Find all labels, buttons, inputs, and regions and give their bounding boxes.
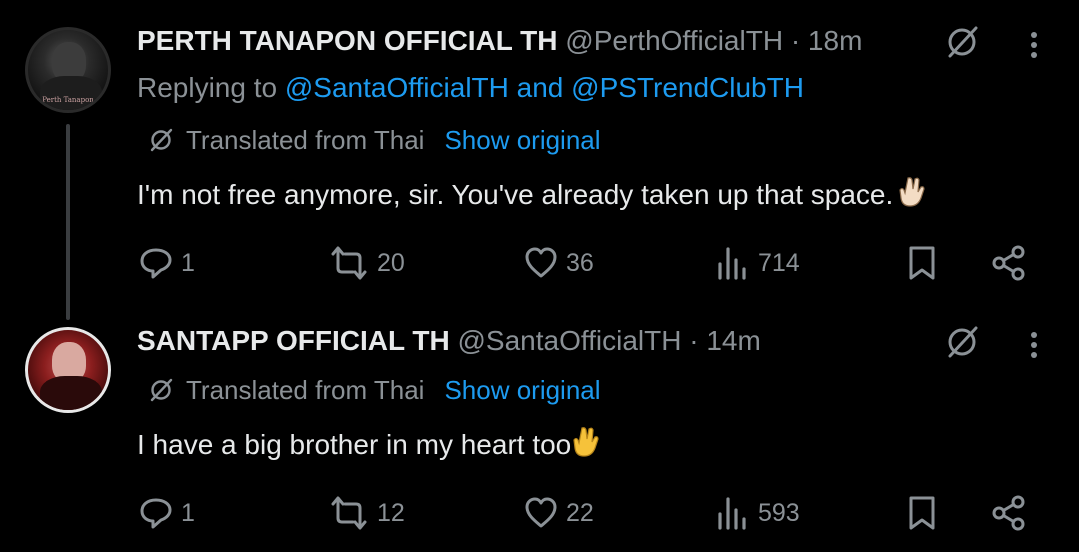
replying-to: Replying to @SantaOfficialTH and @PSTren… [137,71,804,105]
like-count: 22 [566,498,594,527]
translate-icon [150,378,173,402]
share-icon [992,245,1025,281]
reply-icon [140,498,172,529]
views-icon [718,497,746,530]
hand-sign-emoji-icon [573,424,607,466]
grok-icon[interactable] [944,324,980,360]
tweet-header: SANTAPP OFFICIAL TH @SantaOfficialTH · 1… [137,324,761,358]
show-original-link[interactable]: Show original [444,374,600,406]
tweet-time[interactable]: · 14m [689,325,761,356]
show-original-link[interactable]: Show original [444,124,600,156]
translated-label: Translated from Thai [186,125,425,155]
reply-button[interactable]: 1 [137,494,195,532]
reply-count: 1 [181,498,195,527]
hand-sign-emoji-icon [899,174,933,216]
reply-mention-link[interactable]: @SantaOfficialTH [285,72,509,103]
views-count: 714 [758,248,800,277]
thread-connector-line [66,124,70,320]
tweet-text: I'm not free anymore, sir. You've alread… [137,174,933,216]
tweet-header: PERTH TANAPON OFFICIAL TH @PerthOfficial… [137,24,862,58]
tweet-actions: 1 12 22 593 [137,494,1037,534]
tweet-time[interactable]: · 18m [791,25,863,56]
reply-and-label[interactable]: and [517,72,564,103]
views-button[interactable]: 593 [714,494,800,532]
reply-count: 1 [181,248,195,277]
repost-count: 12 [377,498,405,527]
avatar-caption: Perth Tanapon [42,96,94,104]
repost-button[interactable]: 20 [327,244,405,282]
tweet-text: I have a big brother in my heart too [137,424,607,466]
tweet-actions: 1 20 36 714 [137,244,1037,284]
translated-label: Translated from Thai [186,375,425,405]
bookmark-button[interactable] [905,494,945,532]
views-button[interactable]: 714 [714,244,800,282]
reply-icon [140,248,172,279]
repost-icon [331,246,367,280]
share-button[interactable] [989,244,1035,282]
replying-to-label: Replying to [137,72,278,103]
reply-button[interactable]: 1 [137,244,195,282]
tweet-body: I'm not free anymore, sir. You've alread… [137,179,894,210]
like-button[interactable]: 22 [522,494,594,532]
like-icon [525,497,557,528]
translate-icon [150,128,173,152]
grok-icon[interactable] [944,24,980,60]
author-name[interactable]: PERTH TANAPON OFFICIAL TH [137,25,558,56]
tweet-body: I have a big brother in my heart too [137,429,572,460]
more-icon[interactable] [1030,330,1038,360]
like-button[interactable]: 36 [522,244,594,282]
share-button[interactable] [989,494,1035,532]
like-icon [525,247,557,278]
translation-notice: Translated from Thai Show original [148,124,601,156]
bookmark-icon [909,496,935,530]
repost-icon [331,496,367,530]
bookmark-button[interactable] [905,244,945,282]
translation-notice: Translated from Thai Show original [148,374,601,406]
repost-button[interactable]: 12 [327,494,405,532]
author-name[interactable]: SANTAPP OFFICIAL TH [137,325,450,356]
share-icon [992,495,1025,531]
avatar[interactable]: Perth Tanapon [25,27,111,113]
like-count: 36 [566,248,594,277]
views-count: 593 [758,498,800,527]
author-handle[interactable]: @SantaOfficialTH [457,325,681,356]
reply-mention-link[interactable]: @PSTrendClubTH [571,72,804,103]
views-icon [718,247,746,280]
author-handle[interactable]: @PerthOfficialTH [565,25,783,56]
more-icon[interactable] [1030,30,1038,60]
bookmark-icon [909,246,935,280]
avatar[interactable] [25,327,111,413]
repost-count: 20 [377,248,405,277]
